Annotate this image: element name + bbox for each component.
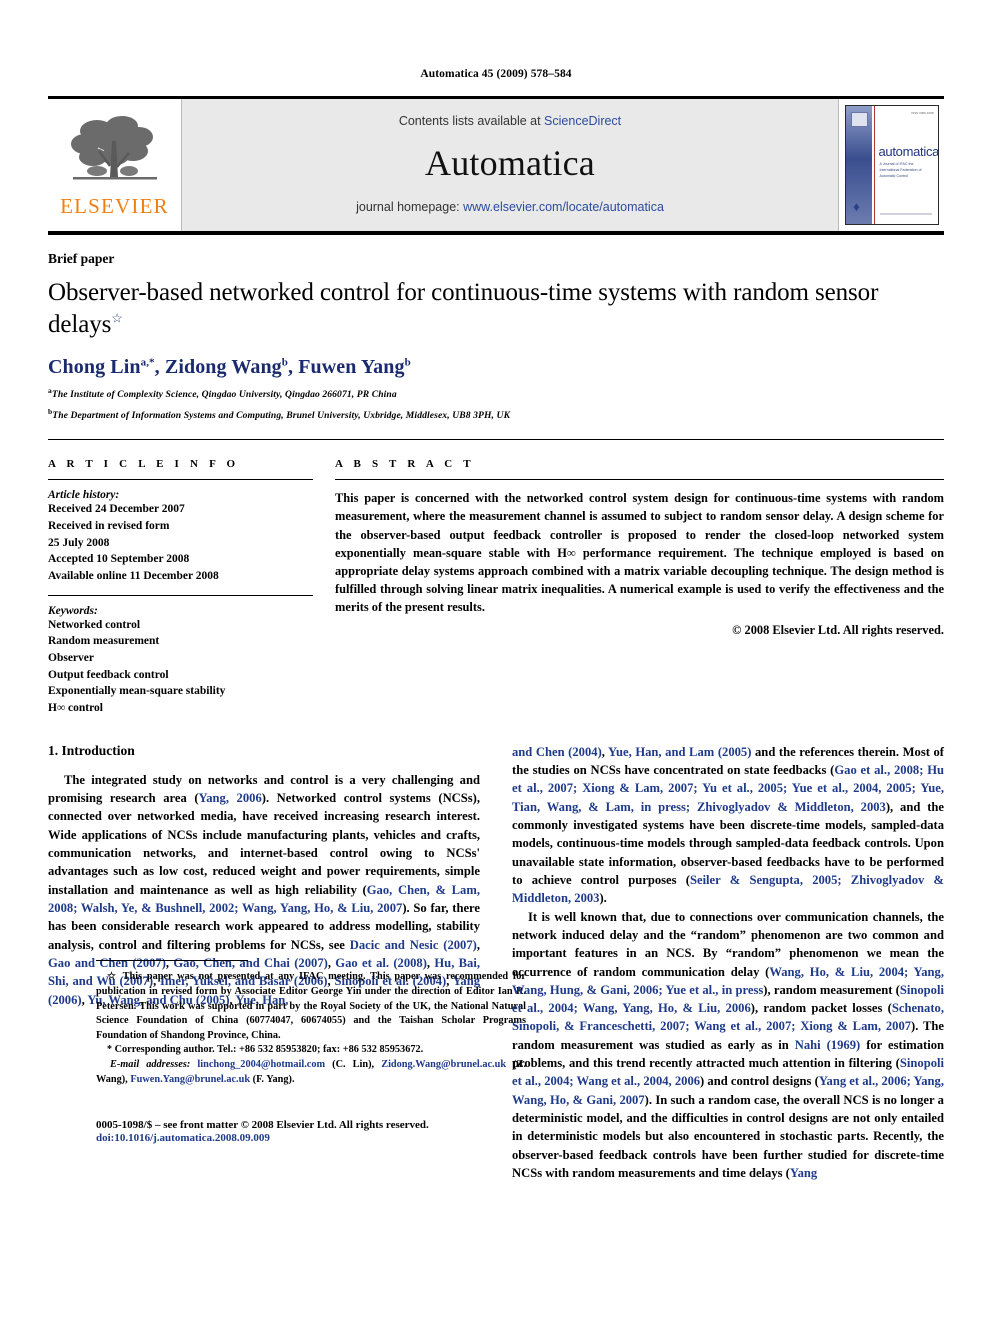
citation-link[interactable]: Yang, 2006 bbox=[199, 791, 262, 805]
article-history-label: Article history: bbox=[48, 489, 120, 502]
elsevier-tree-icon bbox=[70, 116, 157, 180]
cover-title: automatica bbox=[878, 144, 939, 159]
footnote-star: ☆ This paper was not presented at any IF… bbox=[96, 970, 526, 1043]
keyword-item: Observer bbox=[48, 652, 94, 665]
elsevier-logo-cell: ELSEVIER bbox=[48, 99, 182, 231]
cover-subtitle: A Journal of IFAC the International Fede… bbox=[879, 162, 922, 178]
text-run: ). bbox=[599, 891, 607, 906]
title-footnote-star: ☆ bbox=[111, 310, 123, 326]
article-info-heading: A R T I C L E I N F O bbox=[48, 458, 240, 471]
history-item: Available online 11 December 2008 bbox=[48, 570, 219, 583]
keyword-item: Networked control bbox=[48, 618, 141, 631]
author-name[interactable]: Zidong Wang bbox=[165, 356, 282, 378]
keyword-item: Random measurement bbox=[48, 635, 160, 648]
contents-prefix: Contents lists available at bbox=[398, 114, 545, 128]
abstract-column: A B S T R A C T This paper is concerned … bbox=[335, 458, 944, 716]
history-item: Received in revised form bbox=[48, 520, 170, 533]
paragraph: It is well known that, due to connection… bbox=[512, 908, 944, 1183]
email-owner: (C. Lin), bbox=[325, 1059, 375, 1071]
footnote-star-mark: ☆ bbox=[107, 971, 119, 983]
email-addresses-label: E-mail addresses: bbox=[110, 1059, 191, 1071]
contents-available-line: Contents lists available at ScienceDirec… bbox=[399, 114, 621, 128]
text-run: ), random measurement ( bbox=[763, 982, 900, 997]
keyword-item: H∞ control bbox=[48, 702, 103, 715]
copyright-line: © 2008 Elsevier Ltd. All rights reserved… bbox=[732, 623, 944, 638]
keywords-label: Keywords: bbox=[48, 604, 98, 617]
article-type-label: Brief paper bbox=[48, 251, 115, 266]
footnote-corr-text: Corresponding author. Tel.: +86 532 8595… bbox=[114, 1044, 424, 1056]
footnote-corresponding: * Corresponding author. Tel.: +86 532 85… bbox=[96, 1043, 526, 1058]
paper-page: Automatica 45 (2009) 578–584 ELSEVIER Co… bbox=[0, 0, 992, 1323]
abstract-heading: A B S T R A C T bbox=[335, 458, 475, 471]
email-link[interactable]: linchong_2004@hotmail.com bbox=[197, 1059, 325, 1070]
footnote-divider bbox=[96, 960, 248, 962]
left-column: 1. Introduction The integrated study on … bbox=[48, 742, 526, 1183]
email-owner: (F. Yang). bbox=[250, 1073, 295, 1085]
footnote-star-text: This paper was not presented at any IFAC… bbox=[96, 971, 526, 1041]
doi-link[interactable]: doi:10.1016/j.automatica.2008.09.009 bbox=[96, 1132, 526, 1144]
citation-link[interactable]: Yue, Han, and Lam (2005) bbox=[608, 745, 751, 759]
keywords-rule bbox=[48, 594, 313, 596]
footer-issn-block: 0005-1098/$ – see front matter © 2008 El… bbox=[96, 1119, 526, 1144]
citation-link[interactable]: Nahi (1969) bbox=[795, 1038, 860, 1052]
journal-cover-cell: ISSN 0005-1098 automatica A Journal of I… bbox=[838, 99, 944, 231]
footnote-emails: E-mail addresses: linchong_2004@hotmail.… bbox=[96, 1058, 526, 1087]
elsevier-wordmark: ELSEVIER bbox=[60, 194, 169, 218]
cover-red-rule bbox=[873, 106, 875, 224]
text-run: ), random packet losses ( bbox=[750, 1001, 892, 1016]
article-info-rule bbox=[48, 479, 313, 481]
journal-homepage-link[interactable]: www.elsevier.com/locate/automatica bbox=[463, 200, 664, 214]
author-affil-mark: b bbox=[281, 356, 288, 369]
masthead-center: Contents lists available at ScienceDirec… bbox=[182, 99, 838, 231]
page-title: Observer-based networked control for con… bbox=[48, 277, 944, 340]
footnote-area: ☆ This paper was not presented at any IF… bbox=[96, 946, 526, 1087]
journal-homepage-line: journal homepage: www.elsevier.com/locat… bbox=[356, 200, 664, 214]
journal-masthead: ELSEVIER Contents lists available at Sci… bbox=[48, 96, 944, 235]
cover-ifac-logo-icon bbox=[850, 112, 868, 127]
author-name[interactable]: Chong Lin bbox=[48, 356, 141, 378]
text-run: ). Networked control systems (NCSs), con… bbox=[48, 791, 481, 897]
affiliation: aThe Institute of Complexity Science, Qi… bbox=[48, 386, 944, 400]
elsevier-logo: ELSEVIER bbox=[56, 111, 174, 219]
running-head: Automatica 45 (2009) 578–584 bbox=[420, 68, 572, 80]
section-heading-introduction: 1. Introduction bbox=[48, 742, 135, 758]
cover-issn: ISSN 0005-1098 bbox=[911, 111, 934, 115]
issn-line: 0005-1098/$ – see front matter © 2008 El… bbox=[96, 1119, 429, 1132]
email-link[interactable]: Zidong.Wang@brunel.ac.uk bbox=[381, 1059, 506, 1070]
history-item: Received 24 December 2007 bbox=[48, 503, 185, 516]
article-title-text: Observer-based networked control for con… bbox=[48, 279, 879, 338]
info-abstract-row: A R T I C L E I N F O Article history: R… bbox=[48, 458, 944, 716]
journal-cover-thumbnail: ISSN 0005-1098 automatica A Journal of I… bbox=[844, 105, 939, 225]
history-item: Accepted 10 September 2008 bbox=[48, 553, 190, 566]
author-affil-mark: a,* bbox=[140, 356, 155, 369]
affiliation-text: The Department of Information Systems an… bbox=[52, 410, 511, 422]
author-affil-mark: b bbox=[404, 356, 411, 369]
keyword-item: Exponentially mean-square stability bbox=[48, 685, 226, 698]
email-link[interactable]: Fuwen.Yang@brunel.ac.uk bbox=[130, 1074, 250, 1085]
citation-link[interactable]: Yang bbox=[790, 1166, 817, 1180]
footnote-corr-mark: * bbox=[107, 1044, 112, 1056]
right-column: and Chen (2004), Yue, Han, and Lam (2005… bbox=[512, 743, 944, 1183]
cover-emblem-icon: ♦ bbox=[853, 199, 860, 214]
citation-link[interactable]: and Chen (2004) bbox=[512, 745, 602, 759]
journal-title: Automatica bbox=[425, 143, 595, 183]
abstract-rule bbox=[335, 479, 944, 481]
author-name[interactable]: Fuwen Yang bbox=[298, 356, 404, 378]
sciencedirect-link[interactable]: ScienceDirect bbox=[544, 114, 621, 128]
title-block-divider bbox=[48, 439, 944, 441]
body-columns: 1. Introduction The integrated study on … bbox=[48, 743, 944, 1183]
cover-foot-rule bbox=[879, 213, 932, 215]
author-list: Chong Lina,*, Zidong Wangb, Fuwen Yangb bbox=[48, 356, 411, 378]
article-info-column: A R T I C L E I N F O Article history: R… bbox=[48, 458, 335, 716]
affiliation: bThe Department of Information Systems a… bbox=[48, 407, 944, 421]
abstract-text: This paper is concerned with the network… bbox=[335, 491, 944, 615]
history-item: 25 July 2008 bbox=[48, 536, 110, 549]
paragraph: and Chen (2004), Yue, Han, and Lam (2005… bbox=[512, 743, 944, 908]
homepage-prefix: journal homepage: bbox=[356, 200, 464, 214]
text-run: ) and control designs ( bbox=[700, 1074, 819, 1089]
affiliation-text: The Institute of Complexity Science, Qin… bbox=[51, 389, 397, 401]
keyword-item: Output feedback control bbox=[48, 668, 169, 681]
